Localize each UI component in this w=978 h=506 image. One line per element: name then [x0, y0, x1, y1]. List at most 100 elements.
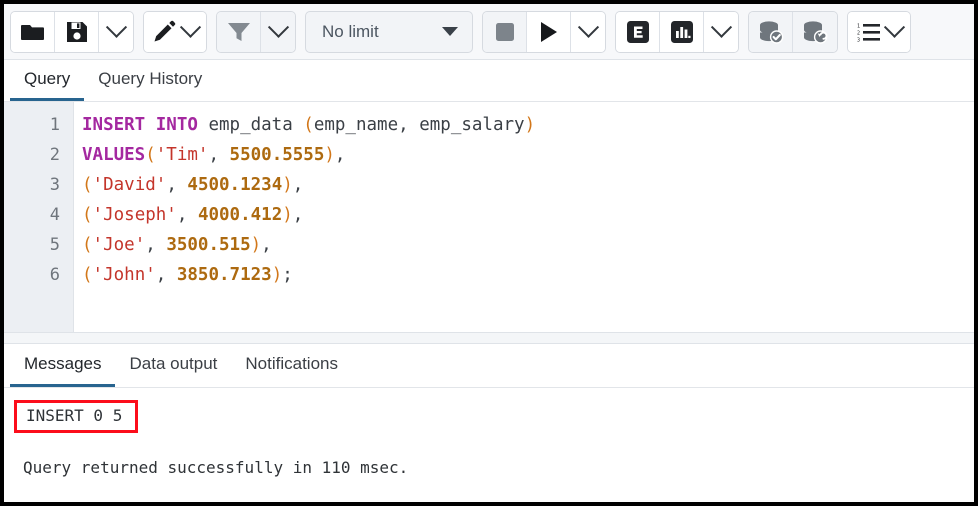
sql-editor[interactable]: 1 2 3 4 5 6 INSERT INTO emp_data (emp_na… [4, 102, 974, 332]
sql-line: ('Joseph', 4000.412), [82, 200, 974, 230]
explain-button[interactable] [616, 12, 660, 52]
sql-token: ) [525, 115, 536, 135]
sql-line: ('John', 3850.7123); [82, 260, 974, 290]
file-group [10, 11, 134, 53]
sql-token: emp_name [314, 115, 398, 135]
query-tool-tabs: Query Query History [4, 60, 974, 102]
tab-messages[interactable]: Messages [10, 344, 115, 387]
open-file-button[interactable] [11, 12, 55, 52]
explain-group [615, 11, 739, 53]
sql-token: , [261, 235, 272, 255]
sql-token [187, 205, 198, 225]
chevron-down-icon [180, 17, 201, 38]
panel-splitter[interactable] [4, 332, 974, 344]
execute-query-button[interactable] [527, 12, 571, 52]
sql-token: emp_salary [409, 115, 525, 135]
stop-query-button[interactable] [483, 12, 527, 52]
sql-token: ( [145, 145, 156, 165]
sql-token: 3850.7123 [177, 265, 272, 285]
play-triangle-icon [539, 21, 559, 43]
tab-notifications[interactable]: Notifications [231, 344, 352, 387]
explain-options-dropdown[interactable] [704, 12, 738, 52]
sql-token: ( [82, 205, 93, 225]
sql-token: VALUES [82, 145, 145, 165]
svg-text:2: 2 [857, 30, 860, 36]
sql-token: 3500.515 [166, 235, 250, 255]
sql-line: ('David', 4500.1234), [82, 170, 974, 200]
save-floppy-icon [66, 21, 88, 43]
tab-data-output[interactable]: Data output [115, 344, 231, 387]
tab-data-output-label: Data output [129, 354, 217, 374]
sql-token: ( [82, 265, 93, 285]
sql-token [177, 175, 188, 195]
sql-token: ( [82, 235, 93, 255]
line-number: 5 [4, 230, 60, 260]
sql-token: , [156, 265, 167, 285]
sql-token: 'John' [93, 265, 156, 285]
sql-token: 5500.5555 [230, 145, 325, 165]
line-number: 3 [4, 170, 60, 200]
row-limit-dropdown[interactable]: No limit [305, 11, 473, 53]
folder-icon [21, 22, 45, 42]
sql-token: 4000.412 [198, 205, 282, 225]
sql-token: ) [251, 235, 262, 255]
chevron-down-icon [105, 17, 126, 38]
query-tool-toolbar: No limit [4, 4, 974, 60]
database-check-icon [758, 20, 784, 44]
sql-token [145, 115, 156, 135]
transaction-group [748, 11, 838, 53]
line-number: 1 [4, 110, 60, 140]
stop-square-icon [495, 22, 515, 42]
filter-options-dropdown[interactable] [261, 12, 295, 52]
sql-token: , [208, 145, 219, 165]
macros-button[interactable]: 1 2 3 [848, 12, 910, 52]
sql-token: ; [282, 265, 293, 285]
results-tabs: Messages Data output Notifications [4, 344, 974, 388]
sql-code-area[interactable]: INSERT INTO emp_data (emp_name, emp_sala… [74, 102, 974, 332]
sql-token: INSERT [82, 115, 145, 135]
tab-query-history[interactable]: Query History [84, 60, 216, 101]
rollback-button[interactable] [793, 12, 837, 52]
edit-button[interactable] [144, 12, 206, 52]
sql-token: , [398, 115, 409, 135]
explain-analyze-button[interactable] [660, 12, 704, 52]
numbered-list-icon: 1 2 3 [857, 22, 881, 42]
database-undo-icon [802, 20, 828, 44]
commit-button[interactable] [749, 12, 793, 52]
tab-query-history-label: Query History [98, 69, 202, 89]
sql-token [166, 265, 177, 285]
row-limit-label: No limit [322, 22, 379, 42]
sql-token: , [293, 175, 304, 195]
message-status-line: Query returned successfully in 110 msec. [18, 455, 974, 481]
funnel-icon [227, 21, 251, 43]
sql-token: emp_data [198, 115, 303, 135]
filter-group [216, 11, 296, 53]
sql-token: 'Joseph' [93, 205, 177, 225]
line-number: 2 [4, 140, 60, 170]
sql-token: , [293, 205, 304, 225]
sql-line: INSERT INTO emp_data (emp_name, emp_sala… [82, 110, 974, 140]
sql-token: ( [303, 115, 314, 135]
sql-token: ( [82, 175, 93, 195]
line-number: 6 [4, 260, 60, 290]
tab-query[interactable]: Query [10, 60, 84, 101]
sql-token: 'Joe' [93, 235, 146, 255]
execute-options-dropdown[interactable] [571, 12, 605, 52]
sql-token: , [335, 145, 346, 165]
bar-chart-icon [670, 20, 694, 44]
execute-group [482, 11, 606, 53]
message-result-row: INSERT 0 5 [18, 400, 974, 433]
sql-token: 'Tim' [156, 145, 209, 165]
svg-text:1: 1 [857, 23, 860, 29]
macros-group: 1 2 3 [847, 11, 911, 53]
tab-notifications-label: Notifications [245, 354, 338, 374]
save-options-dropdown[interactable] [99, 12, 133, 52]
filter-button[interactable] [217, 12, 261, 52]
pencil-icon [152, 20, 176, 44]
insert-result-highlight: INSERT 0 5 [14, 400, 138, 433]
tab-messages-label: Messages [24, 354, 101, 374]
chevron-down-icon [710, 17, 731, 38]
sql-token: ) [324, 145, 335, 165]
save-file-button[interactable] [55, 12, 99, 52]
sql-token: 4500.1234 [187, 175, 282, 195]
